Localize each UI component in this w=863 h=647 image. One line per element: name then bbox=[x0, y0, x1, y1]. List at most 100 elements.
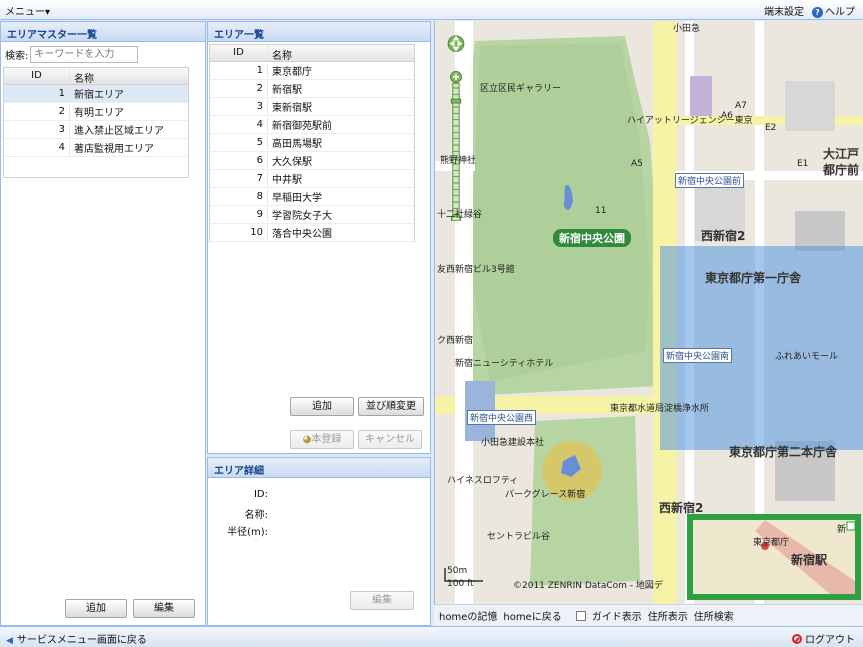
minimap-label-tocho: 東京都庁 bbox=[753, 538, 790, 548]
terminal-settings-link[interactable]: 端末設定 bbox=[764, 3, 804, 18]
master-search-input[interactable] bbox=[30, 46, 139, 63]
row-id: 7 bbox=[210, 171, 268, 186]
col-id-header[interactable]: ID bbox=[4, 68, 70, 84]
table-row[interactable]: 3 進入禁止区域エリア bbox=[4, 121, 188, 139]
row-id: 10 bbox=[210, 225, 268, 240]
row-name: 落合中央公園 bbox=[272, 229, 332, 240]
row-name: 大久保駅 bbox=[272, 157, 312, 168]
table-row[interactable]: 6 大久保駅 bbox=[210, 152, 414, 170]
address-show-link[interactable]: 住所表示 bbox=[648, 608, 688, 623]
area-detail-panel: エリア詳細 ID: 名称: 半径(m): 編集 bbox=[207, 457, 431, 626]
table-row[interactable]: 10 落合中央公園 bbox=[210, 224, 414, 242]
row-id: 5 bbox=[210, 135, 268, 150]
table-row[interactable]: 7 中井駅 bbox=[210, 170, 414, 188]
scale-feet: 100 ft bbox=[447, 579, 474, 589]
col-id-header[interactable]: ID bbox=[210, 45, 268, 61]
map-label-e1: E1 bbox=[797, 159, 809, 169]
logout-link[interactable]: ログアウト bbox=[792, 631, 855, 646]
map-label-park-south: 新宿中央公園南 bbox=[663, 348, 733, 363]
logout-icon bbox=[792, 634, 802, 644]
row-id: 8 bbox=[210, 189, 268, 204]
row-id: 3 bbox=[4, 122, 70, 137]
master-grid-header: ID 名称 bbox=[4, 68, 188, 85]
main-menu[interactable]: メニュー▾ bbox=[5, 3, 50, 18]
row-id: 1 bbox=[4, 86, 70, 101]
area-list-title: エリア一覧 bbox=[208, 22, 430, 42]
search-label: 検索: bbox=[5, 51, 29, 62]
zoom-slider[interactable] bbox=[447, 31, 465, 221]
table-row[interactable]: 4 著店監視用エリア bbox=[4, 139, 188, 157]
table-row[interactable]: 1 東京都庁 bbox=[210, 62, 414, 80]
map-label-tocho1: 東京都庁第一庁舎 bbox=[705, 271, 802, 285]
row-id: 9 bbox=[210, 207, 268, 222]
map-label-park-front: 新宿中央公園前 bbox=[675, 173, 745, 188]
home-return-link[interactable]: homeに戻る bbox=[503, 608, 561, 623]
back-label: サービスメニュー画面に戻る bbox=[16, 635, 147, 646]
map-label-nishishinjuku2: 西新宿2 bbox=[701, 229, 746, 243]
map-label-fureai: ふれあいモール bbox=[775, 352, 839, 362]
row-id: 2 bbox=[4, 104, 70, 119]
register-label: 本登録 bbox=[311, 434, 342, 445]
map-label-kumano: 熊野神社 bbox=[440, 156, 477, 166]
map-label-park: 新宿中央公園 bbox=[553, 229, 631, 247]
area-grid-header: ID 名称 bbox=[210, 45, 414, 62]
table-row[interactable]: 9 学習院女子大 bbox=[210, 206, 414, 224]
table-row[interactable]: 1 新宿エリア bbox=[4, 85, 188, 103]
table-row[interactable]: 3 東新宿駅 bbox=[210, 98, 414, 116]
area-detail-title: エリア詳細 bbox=[208, 458, 430, 478]
map-label-odakyu: 小田急建設本社 bbox=[481, 438, 545, 448]
bottom-bar: ◀ サービスメニュー画面に戻る ログアウト bbox=[0, 626, 863, 647]
row-name: 東新宿駅 bbox=[272, 103, 312, 114]
back-to-service-menu-link[interactable]: ◀ サービスメニュー画面に戻る bbox=[6, 631, 147, 646]
map-label-ooedo2: 都庁前 bbox=[823, 163, 860, 177]
row-name: 著店監視用エリア bbox=[74, 144, 154, 155]
row-id: 3 bbox=[210, 99, 268, 114]
area-master-title: エリアマスター一覧 bbox=[1, 22, 205, 42]
table-row[interactable]: 8 早稲田大学 bbox=[210, 188, 414, 206]
map-canvas[interactable] bbox=[435, 21, 863, 604]
home-memo-link[interactable]: homeの記憶 bbox=[439, 608, 497, 623]
table-row[interactable]: 5 高田馬場駅 bbox=[210, 134, 414, 152]
help-link[interactable]: ? ヘルプ bbox=[812, 3, 855, 18]
map-label-park-west: 新宿中央公園西 bbox=[467, 410, 537, 425]
master-search-row: 検索: bbox=[5, 46, 139, 63]
master-add-button[interactable]: 追加 bbox=[65, 599, 127, 618]
row-id: 4 bbox=[210, 117, 268, 132]
cancel-button[interactable]: キャンセル bbox=[358, 430, 422, 449]
logout-label: ログアウト bbox=[805, 635, 855, 646]
col-name-header[interactable]: 名称 bbox=[268, 45, 414, 62]
map-label-a5: A5 bbox=[631, 159, 643, 169]
map-label-haines: ハイネスロフティ bbox=[447, 476, 519, 486]
minimap-label-shin: 新 bbox=[837, 525, 847, 535]
row-name: 有明エリア bbox=[74, 108, 124, 119]
col-name-header[interactable]: 名称 bbox=[70, 68, 188, 85]
row-id: 2 bbox=[210, 81, 268, 96]
row-name: 学習院女子大 bbox=[272, 211, 332, 222]
map-label-hyatt: ハイアットリージェンシー東京 bbox=[627, 116, 753, 126]
back-arrow-icon: ◀ bbox=[6, 636, 13, 646]
minimap-label-station: 新宿駅 bbox=[791, 553, 828, 567]
row-name: 新宿エリア bbox=[74, 90, 124, 101]
row-id: 6 bbox=[210, 153, 268, 168]
table-row[interactable]: 2 新宿駅 bbox=[210, 80, 414, 98]
reorder-button[interactable]: 並び順変更 bbox=[358, 397, 424, 416]
area-list-panel: エリア一覧 ID 名称 1 東京都庁 2 新宿駅 3 東新宿駅 4 新宿御苑駅前 5 高田… bbox=[207, 21, 431, 454]
table-row[interactable]: 2 有明エリア bbox=[4, 103, 188, 121]
master-edit-button[interactable]: 編集 bbox=[133, 599, 195, 618]
guide-checkbox[interactable] bbox=[575, 610, 586, 621]
map-copyright: ©2011 ZENRIN DataCom - 地図デ bbox=[513, 581, 663, 591]
address-search-link[interactable]: 住所検索 bbox=[694, 608, 734, 623]
row-name: 早稲田大学 bbox=[272, 193, 322, 204]
detail-id-label: ID: bbox=[253, 489, 268, 500]
help-label: ヘルプ bbox=[825, 7, 855, 18]
guide-label: ガイド表示 bbox=[591, 612, 642, 623]
table-row[interactable]: 4 新宿御苑駅前 bbox=[210, 116, 414, 134]
map-label-suido: 東京都水道局淀橋浄水所 bbox=[610, 404, 710, 414]
map-view[interactable]: 区立区民ギャラリー ハイアットリージェンシー東京 熊野神社 十二社緑谷 友西新宿… bbox=[434, 21, 863, 604]
register-button[interactable]: ◕本登録 bbox=[290, 430, 354, 449]
detail-radius-label: 半径(m): bbox=[227, 527, 268, 538]
area-add-button[interactable]: 追加 bbox=[290, 397, 354, 416]
row-name: 東京都庁 bbox=[272, 67, 312, 78]
help-icon: ? bbox=[812, 7, 823, 18]
detail-edit-button[interactable]: 編集 bbox=[350, 591, 414, 610]
